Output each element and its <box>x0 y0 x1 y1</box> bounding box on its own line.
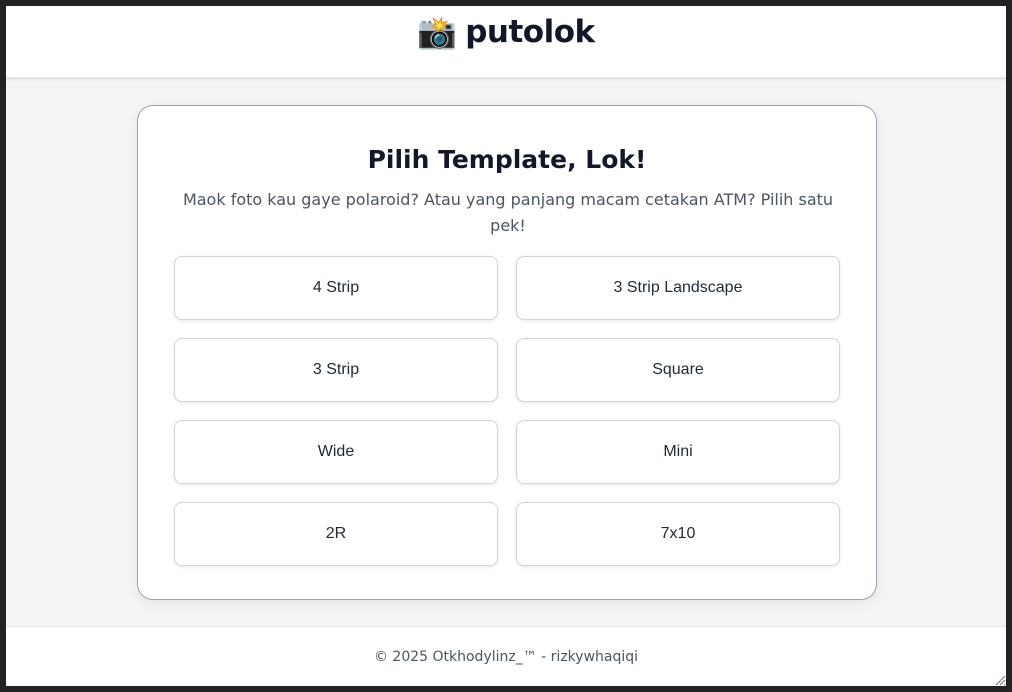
page-title: Pilih Template, Lok! <box>367 145 647 174</box>
resize-grip-icon[interactable] <box>994 674 1006 686</box>
app-window: 📸 putolok Pilih Template, Lok! Maok foto… <box>6 6 1006 686</box>
template-card: Pilih Template, Lok! Maok foto kau gaye … <box>137 105 877 600</box>
page-subtitle: Maok foto kau gaye polaroid? Atau yang p… <box>182 190 834 235</box>
brand[interactable]: 📸 putolok <box>417 13 595 51</box>
template-button-3-strip[interactable]: 3 Strip <box>174 338 498 402</box>
template-button-2r[interactable]: 2R <box>174 502 498 566</box>
app-header: 📸 putolok <box>6 6 1006 78</box>
template-button-4-strip[interactable]: 4 Strip <box>174 256 498 320</box>
template-button-7x10[interactable]: 7x10 <box>516 502 840 566</box>
footer: © 2025 Otkhodylinz_™ - rizkywhaqiqi <box>6 626 1006 686</box>
footer-copyright: © 2025 Otkhodylinz_™ - rizkywhaqiqi <box>373 648 639 665</box>
template-button-square[interactable]: Square <box>516 338 840 402</box>
brand-name: putolok <box>465 14 595 50</box>
template-grid: 4 Strip 3 Strip Landscape 3 Strip Square… <box>174 256 840 566</box>
template-button-mini[interactable]: Mini <box>516 420 840 484</box>
template-button-3-strip-landscape[interactable]: 3 Strip Landscape <box>516 256 840 320</box>
camera-flash-icon: 📸 <box>417 13 458 51</box>
template-button-wide[interactable]: Wide <box>174 420 498 484</box>
